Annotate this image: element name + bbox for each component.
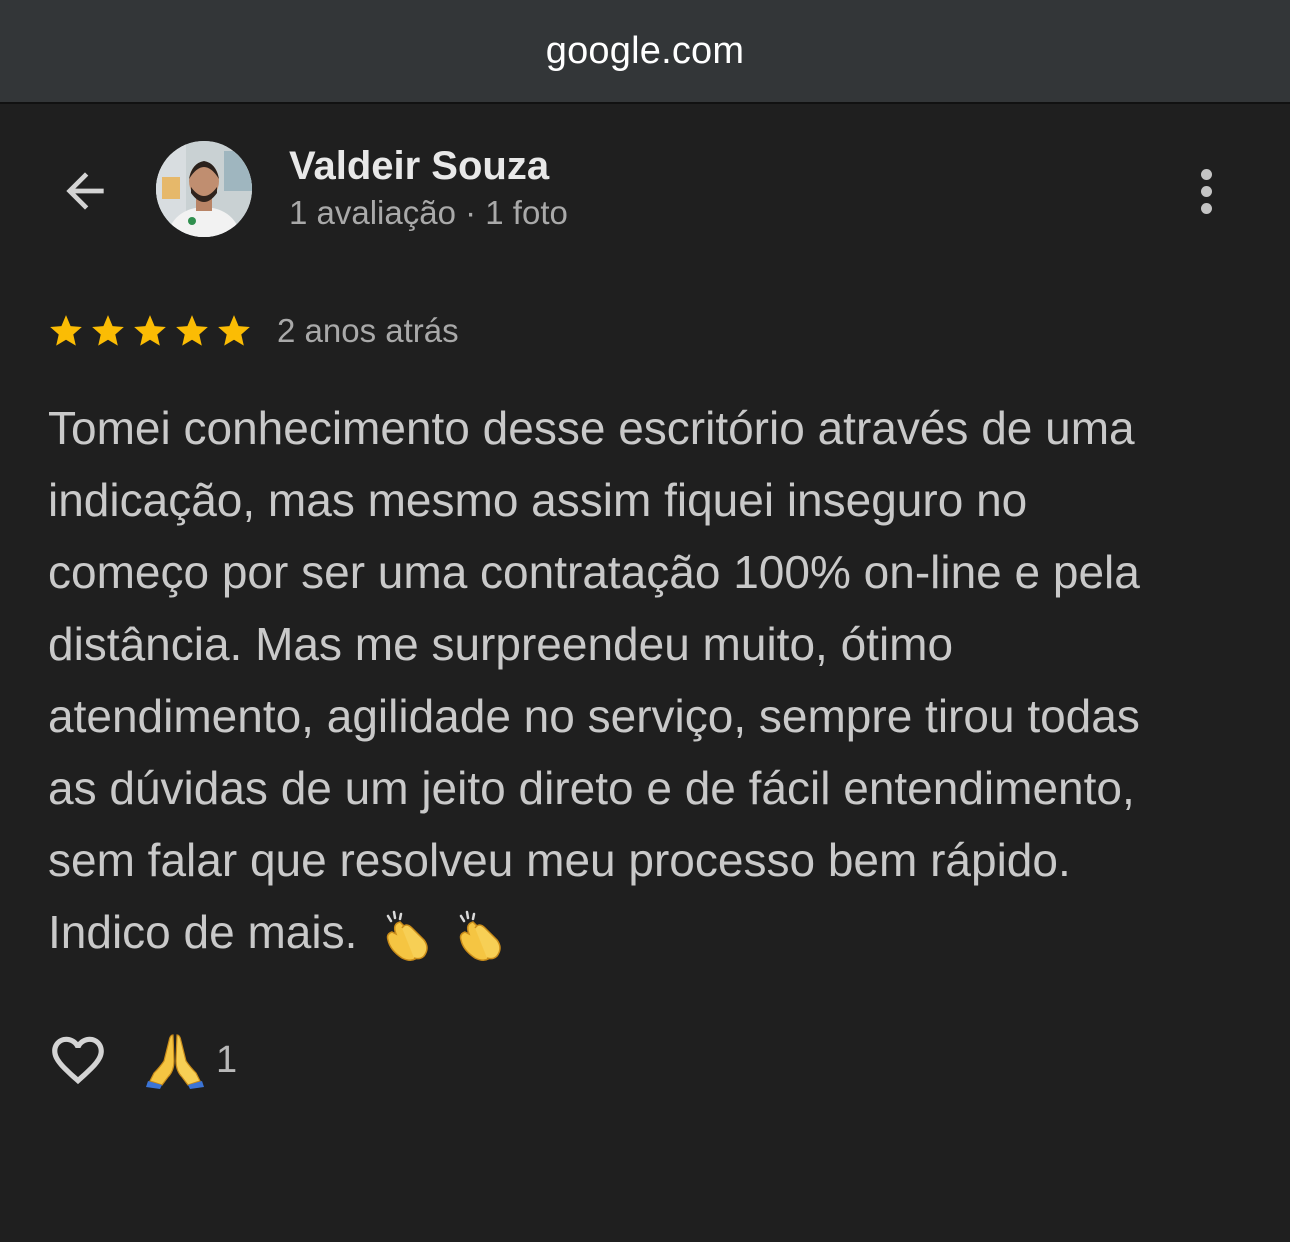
clapping-hands-icon	[459, 910, 501, 961]
review-text-line: sem falar que resolveu meu processo bem …	[48, 834, 1071, 886]
avatar-photo	[156, 141, 252, 237]
review-text-line: as dúvidas de um jeito direto e de fácil…	[48, 762, 1135, 814]
review-text-line: Indico de mais.	[48, 906, 358, 958]
review-date: 2 anos atrás	[277, 312, 459, 349]
star-icon	[218, 315, 250, 346]
star-icon	[92, 315, 124, 346]
review-text-line: indicação, mas mesmo assim fiquei insegu…	[48, 474, 1028, 526]
review-text-line: Tomei conhecimento desse escritório atra…	[48, 402, 1135, 454]
author-name[interactable]: Valdeir Souza	[289, 144, 549, 189]
review-text-last-line: Indico de mais.	[48, 896, 1248, 968]
avatar[interactable]	[156, 141, 252, 237]
star-icon	[50, 315, 82, 346]
clapping-hands-icon	[386, 910, 428, 961]
star-rating	[47, 312, 253, 350]
author-meta: 1 avaliação · 1 foto	[289, 194, 568, 231]
review-text-line: começo por ser uma contratação 100% on-l…	[48, 546, 1140, 598]
review-actions: 1	[46, 1028, 237, 1092]
review-text-line: atendimento, agilidade no serviço, sempr…	[48, 690, 1140, 742]
like-button[interactable]	[46, 1028, 110, 1092]
arrow-back-icon	[66, 172, 104, 210]
review-text-line: distância. Mas me surpreendeu muito, óti…	[48, 618, 954, 670]
more-vert-icon	[1200, 168, 1212, 180]
reaction-count: 1	[216, 1038, 238, 1081]
review-text: Tomei conhecimento desse escritório atra…	[48, 392, 1248, 968]
reaction-button[interactable]: 1	[146, 1031, 237, 1089]
browser-url-bar[interactable]: google.com	[0, 0, 1290, 104]
review-header: Valdeir Souza 1 avaliação · 1 foto	[0, 104, 1290, 274]
back-button[interactable]	[50, 156, 120, 226]
more-options-button[interactable]	[1180, 156, 1232, 226]
star-icon	[176, 315, 208, 346]
star-icon	[134, 315, 166, 346]
url-text: google.com	[545, 29, 745, 72]
rating-row: 2 anos atrás	[47, 306, 459, 356]
heart-outline-icon	[52, 1036, 104, 1085]
folded-hands-icon	[146, 1034, 204, 1089]
